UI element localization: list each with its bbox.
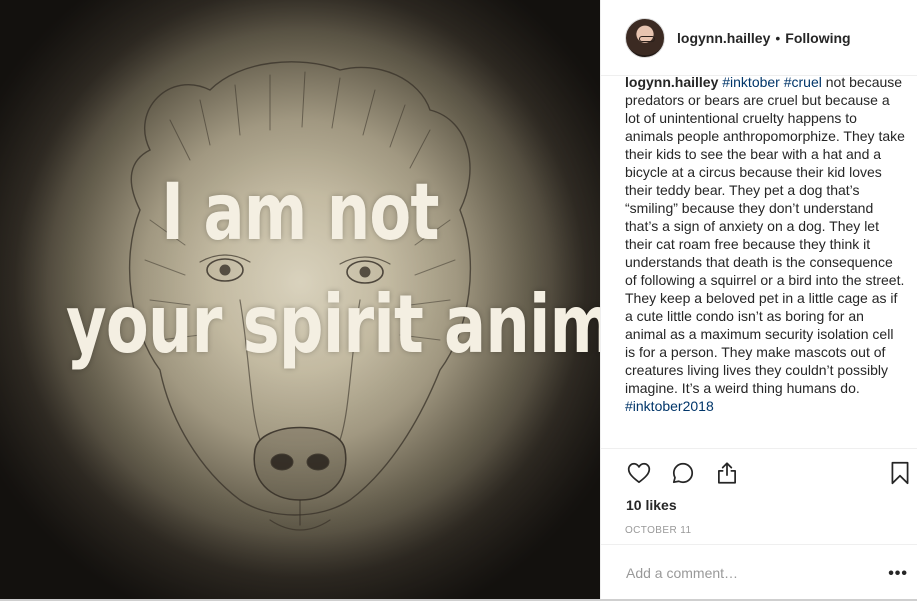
post-modal: I am not your spirit animal logynn.haill… [0, 0, 917, 601]
overlay-text-line-1: I am not [161, 168, 439, 258]
post-header: logynn.hailley • Following [601, 0, 917, 76]
share-button[interactable] [713, 459, 741, 487]
comment-bar: ••• [601, 544, 917, 601]
caption-text: not because predators or bears are cruel… [625, 74, 905, 396]
comment-button[interactable] [669, 459, 697, 487]
bookmark-icon [891, 461, 909, 485]
hashtag-link[interactable]: #inktober2018 [625, 398, 714, 414]
header-username[interactable]: logynn.hailley [677, 30, 770, 46]
action-bar [601, 448, 917, 494]
like-button[interactable] [625, 459, 653, 487]
likes-count[interactable]: 10 likes [626, 497, 677, 513]
comment-icon [672, 462, 694, 484]
share-icon [718, 462, 736, 484]
post-side-panel: logynn.hailley • Following logynn.haille… [600, 0, 917, 601]
hashtag-link[interactable]: #cruel [784, 74, 822, 90]
post-date[interactable]: OCTOBER 11 [625, 525, 691, 536]
overlay-text-line-2: your spirit animal [66, 278, 600, 371]
avatar[interactable] [625, 17, 665, 58]
post-caption: logynn.hailley #inktober #cruel not beca… [625, 73, 905, 451]
heart-icon [627, 462, 651, 484]
hashtag-link[interactable]: #inktober [722, 74, 780, 90]
comment-input[interactable] [626, 565, 866, 581]
caption-username[interactable]: logynn.hailley [625, 74, 718, 90]
save-button[interactable] [886, 459, 914, 487]
more-options-button[interactable]: ••• [888, 565, 908, 583]
following-button[interactable]: Following [785, 30, 850, 46]
header-separator: • [775, 29, 781, 46]
post-image[interactable]: I am not your spirit animal [0, 0, 600, 601]
